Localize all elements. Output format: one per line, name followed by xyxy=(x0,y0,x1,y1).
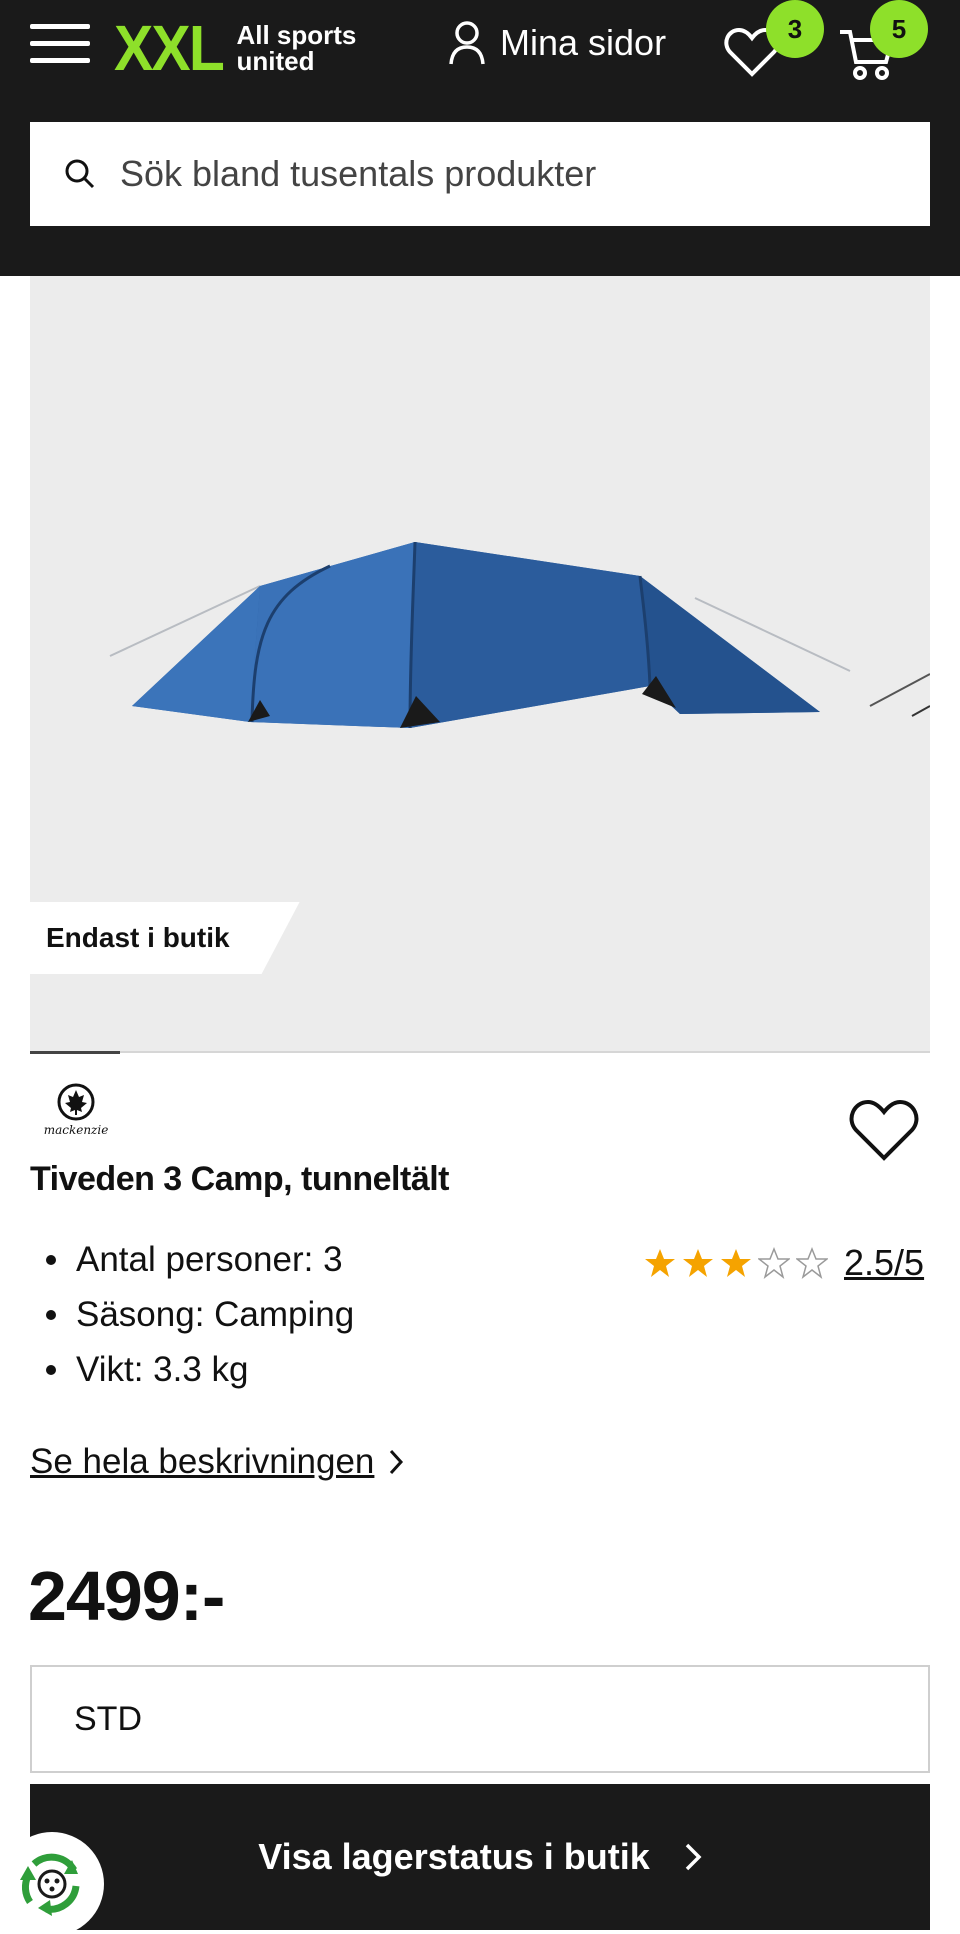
cart-count-badge: 5 xyxy=(870,0,928,58)
cart-button[interactable]: 5 xyxy=(838,0,928,87)
full-description-link[interactable]: Se hela beskrivningen xyxy=(30,1442,404,1482)
wishlist-count-badge: 3 xyxy=(766,0,824,58)
star-filled-icon xyxy=(721,1249,751,1277)
gallery-indicator xyxy=(30,1051,930,1054)
wishlist-button[interactable]: 3 xyxy=(724,0,824,83)
chevron-right-icon xyxy=(685,1843,702,1871)
product-title: Tiveden 3 Camp, tunneltält xyxy=(30,1160,450,1198)
logo[interactable]: XXL All sports united xyxy=(114,12,356,84)
variant-label: STD xyxy=(74,1699,142,1738)
brand-logo[interactable]: mackenzie xyxy=(36,1082,116,1138)
logo-tagline: All sports united xyxy=(236,22,356,74)
rating-link[interactable]: 2.5/5 xyxy=(844,1242,924,1284)
favorite-button[interactable] xyxy=(848,1098,920,1167)
recycle-icon xyxy=(20,1853,80,1916)
account-link[interactable]: Mina sidor xyxy=(448,20,666,66)
star-filled-icon xyxy=(683,1249,713,1277)
only-in-store-badge: Endast i butik xyxy=(30,902,300,974)
product-image[interactable]: Endast i butik xyxy=(30,276,930,1052)
search-input[interactable] xyxy=(120,153,880,195)
product-price: 2499:- xyxy=(28,1557,225,1635)
star-filled-icon xyxy=(645,1249,675,1277)
menu-icon[interactable] xyxy=(30,24,90,68)
store-stock-button[interactable]: Visa lagerstatus i butik xyxy=(30,1784,930,1930)
feature-item: Säsong: Camping xyxy=(46,1295,354,1334)
brand-name: mackenzie xyxy=(44,1123,109,1137)
star-empty-icon xyxy=(758,1247,790,1279)
account-label: Mina sidor xyxy=(500,22,667,63)
full-description-label: Se hela beskrivningen xyxy=(30,1442,375,1481)
logo-tagline-line1: All sports xyxy=(236,20,357,50)
heart-icon xyxy=(849,1099,919,1161)
feature-item: Antal personer: 3 xyxy=(46,1240,354,1279)
recycle-button[interactable] xyxy=(0,1832,104,1934)
feature-list: Antal personer: 3 Säsong: Camping Vikt: … xyxy=(46,1240,354,1405)
maple-leaf-icon: mackenzie xyxy=(44,1083,109,1137)
chevron-right-icon xyxy=(390,1449,404,1475)
star-empty-icon xyxy=(796,1247,828,1279)
site-header: XXL All sports united Mina sidor 3 5 xyxy=(0,0,960,276)
search-icon xyxy=(65,159,95,189)
rating: 2.5/5 xyxy=(644,1242,924,1284)
variant-selector[interactable]: STD xyxy=(30,1665,930,1773)
logo-mark: XXL xyxy=(114,12,225,84)
user-icon xyxy=(449,21,485,65)
store-stock-label: Visa lagerstatus i butik xyxy=(258,1836,650,1877)
logo-tagline-line2: united xyxy=(236,46,315,76)
gallery-indicator-active xyxy=(30,1051,120,1054)
search-bar[interactable] xyxy=(30,122,930,226)
feature-item: Vikt: 3.3 kg xyxy=(46,1350,354,1389)
